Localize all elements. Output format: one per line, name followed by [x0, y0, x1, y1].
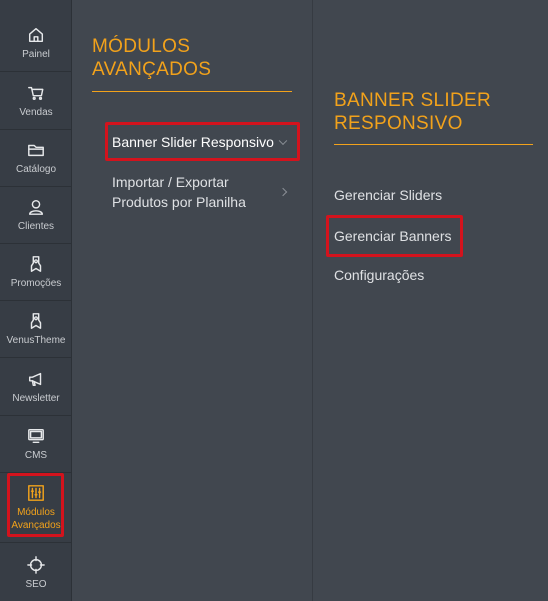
chevron-right-icon — [278, 187, 288, 197]
submenu-item-banner-slider[interactable]: Banner Slider Responsivo — [112, 132, 292, 152]
submenu-item-label: Importar / Exportar Produtos por Planilh… — [112, 174, 246, 210]
sidebar-item-label: VenusTheme — [6, 335, 66, 346]
user-icon — [26, 197, 46, 217]
sidebar-item-label: Catálogo — [15, 164, 57, 175]
sidebar-item-cms[interactable]: CMS — [0, 416, 72, 473]
folder-icon — [26, 140, 46, 160]
submenu-item-importar-exportar[interactable]: Importar / Exportar Produtos por Planilh… — [112, 172, 292, 212]
submenu-panel-modulos: MÓDULOS AVANÇADOS Banner Slider Responsi… — [72, 0, 312, 601]
title-divider — [92, 91, 292, 92]
link-gerenciar-banners[interactable]: Gerenciar Banners — [334, 226, 452, 246]
sidebar-item-label: Painel — [22, 49, 50, 60]
title-divider — [334, 144, 533, 145]
sidebar-item-modulos-avancados[interactable]: Módulos Avançados — [0, 473, 72, 543]
sliders-icon — [26, 483, 46, 503]
sidebar-item-seo[interactable]: SEO — [0, 544, 72, 601]
sidebar-item-label: SEO — [25, 578, 47, 590]
monitor-icon — [26, 426, 46, 446]
sidebar-item-catalogo[interactable]: Catálogo — [0, 130, 72, 187]
sidebar-item-vendas[interactable]: Vendas — [0, 73, 72, 130]
chevron-down-icon — [278, 136, 288, 146]
admin-sidebar: Painel Vendas Catálogo Clientes Promoçõe… — [0, 0, 72, 601]
sidebar-item-painel[interactable]: Painel — [0, 15, 72, 72]
sidebar-item-label: Clientes — [17, 221, 55, 232]
crosshair-icon — [26, 555, 46, 575]
sidebar-item-venustheme[interactable]: VenusTheme — [0, 301, 72, 358]
link-configuracoes[interactable]: Configurações — [334, 265, 424, 285]
sidebar-item-promocoes[interactable]: Promoções — [0, 244, 72, 301]
sidebar-item-label: Módulos Avançados — [11, 507, 61, 531]
panel-title: BANNER SLIDER RESPONSIVO — [334, 90, 491, 134]
sidebar-item-clientes[interactable]: Clientes — [0, 187, 72, 244]
sidebar-item-label: CMS — [24, 450, 48, 461]
sidebar-item-label: Promoções — [10, 278, 62, 289]
sidebar-item-label: Newsletter — [12, 393, 60, 404]
panel-title: MÓDULOS AVANÇADOS — [92, 36, 212, 80]
megaphone-icon — [26, 369, 46, 389]
link-gerenciar-sliders[interactable]: Gerenciar Sliders — [334, 185, 442, 205]
sidebar-item-newsletter[interactable]: Newsletter — [0, 359, 72, 416]
badge-icon — [26, 311, 46, 331]
cart-icon — [26, 83, 46, 103]
submenu-item-label: Banner Slider Responsivo — [112, 134, 274, 150]
home-icon — [26, 25, 46, 45]
sidebar-item-label: Vendas — [19, 107, 53, 118]
submenu-panel-banner-slider: BANNER SLIDER RESPONSIVO Gerenciar Slide… — [312, 0, 548, 601]
badge-icon — [26, 254, 46, 274]
